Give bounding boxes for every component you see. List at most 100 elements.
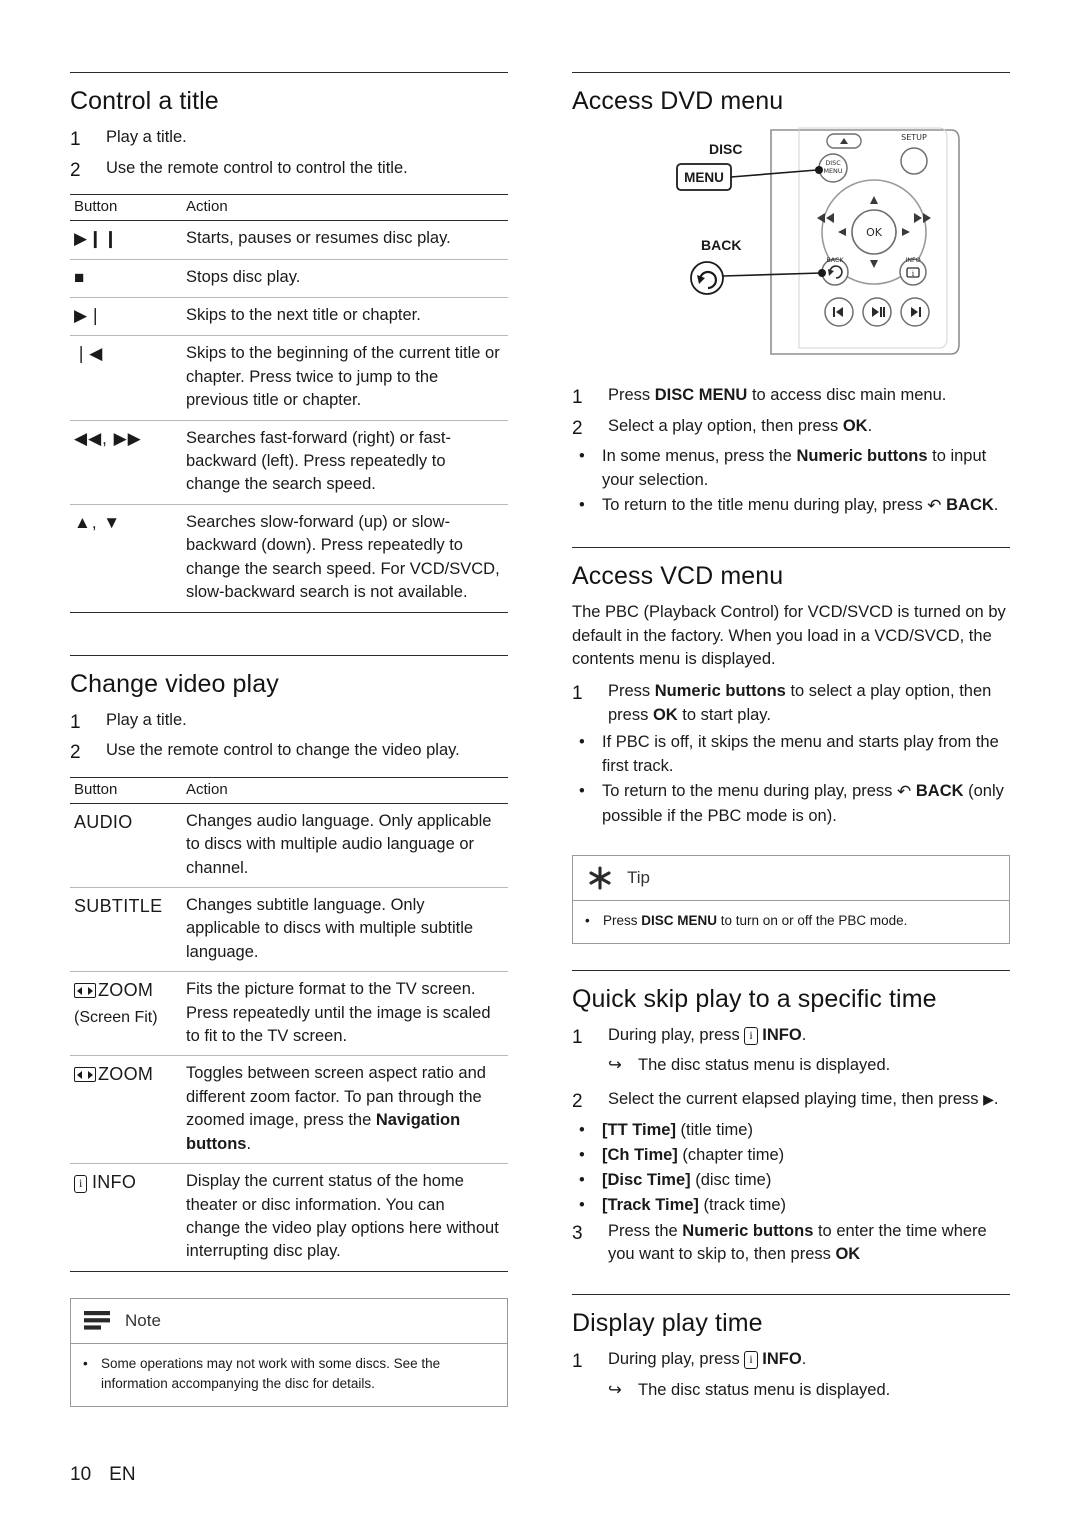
button-cell: ZOOM xyxy=(70,1055,182,1165)
step-text-pre: Press xyxy=(608,682,655,701)
note-header: Note xyxy=(71,1298,507,1344)
option-label: [TT Time] xyxy=(602,1120,676,1139)
bullet-text: [Ch Time] (chapter time) xyxy=(602,1144,1010,1168)
tip-text-pre: Press xyxy=(603,912,642,928)
svg-text:SETUP: SETUP xyxy=(901,133,927,142)
option-label: [Disc Time] xyxy=(602,1170,691,1189)
arrow-icon: ↪ xyxy=(608,1380,622,1399)
table-row: ZOOM (Screen Fit) Fits the picture forma… xyxy=(70,971,508,1057)
step-text: Play a title. xyxy=(106,710,187,729)
info-icon: i xyxy=(74,1175,88,1194)
step-number: 1 xyxy=(572,683,583,705)
list-item: • In some menus, press the Numeric butto… xyxy=(572,445,1010,493)
access-dvd-menu-bullets: • In some menus, press the Numeric butto… xyxy=(572,445,1010,518)
bullet-text: To return to the title menu during play,… xyxy=(602,494,1010,519)
note-box: Note • Some operations may not work with… xyxy=(70,1297,508,1408)
step-number: 3 xyxy=(572,1222,583,1244)
display-play-time-result-note: ↪ The disc status menu is displayed. xyxy=(572,1379,1010,1403)
step-text-post: to access disc main menu. xyxy=(747,386,947,404)
svg-text:BACK: BACK xyxy=(701,237,741,253)
numeric-buttons-emphasis: Numeric buttons xyxy=(682,1221,814,1240)
svg-text:OK: OK xyxy=(866,226,883,239)
back-emphasis: BACK xyxy=(946,495,994,514)
quick-skip-steps-2: 2 Select the current elapsed playing tim… xyxy=(572,1088,1010,1116)
section-title-control-a-title: Control a title xyxy=(70,72,508,116)
list-item: 2 Use the remote control to change the v… xyxy=(70,739,508,767)
page-number: 10 xyxy=(70,1464,92,1485)
section-title-access-dvd-menu: Access DVD menu xyxy=(572,72,1010,116)
list-item: 2 Select the current elapsed playing tim… xyxy=(572,1088,1010,1116)
option-label: [Track Time] xyxy=(602,1195,699,1214)
list-item: 2 Use the remote control to control the … xyxy=(70,157,508,185)
step-number: 2 xyxy=(572,417,583,439)
list-item: 1 Press Numeric buttons to select a play… xyxy=(572,680,1010,728)
remote-control-illustration: SETUP DISC MENU OK BACK INFO i DISC MENU… xyxy=(572,126,1010,366)
button-cell: ■ xyxy=(70,259,182,298)
step-text: Press DISC MENU to access disc main menu… xyxy=(608,384,1010,412)
svg-text:DISC: DISC xyxy=(825,159,841,167)
audio-button-label: AUDIO xyxy=(74,811,133,832)
table-row: ▶❘ Skips to the next title or chapter. xyxy=(70,297,508,337)
zoom-button-label: ZOOM xyxy=(98,1064,154,1085)
option-desc: (disc time) xyxy=(690,1170,772,1189)
bullet-icon: • xyxy=(579,1120,585,1139)
step-number: 2 xyxy=(572,1091,583,1113)
action-cell: Starts, pauses or resumes disc play. xyxy=(182,220,508,260)
two-column-layout: Control a title 1 Play a title. 2 Use th… xyxy=(70,72,1010,1488)
result-text: The disc status menu is displayed. xyxy=(638,1380,891,1399)
up-down-arrow-icon: ▲, ▼ xyxy=(74,512,122,532)
step-text: Play a title. xyxy=(106,128,187,146)
quick-skip-result-note: ↪ The disc status menu is displayed. xyxy=(572,1054,1010,1078)
vcd-intro-paragraph: The PBC (Playback Control) for VCD/SVCD … xyxy=(572,602,1006,669)
action-cell: Toggles between screen aspect ratio and … xyxy=(182,1055,508,1165)
zoom-icon xyxy=(74,1067,96,1083)
numeric-buttons-emphasis: Numeric buttons xyxy=(654,682,786,701)
bullet-text-pre: To return to the title menu during play,… xyxy=(602,495,928,514)
list-item: 1 During play, press i INFO. xyxy=(572,1348,1010,1376)
table-row: ▲, ▼ Searches slow-forward (up) or slow-… xyxy=(70,504,508,613)
tip-box: Tip • Press DISC MENU to turn on or off … xyxy=(572,854,1010,944)
bullet-icon: • xyxy=(579,733,585,752)
button-cell: ◀◀, ▶▶ xyxy=(70,420,182,505)
list-item: • [TT Time] (title time) xyxy=(572,1119,1010,1143)
step-text-post: . xyxy=(801,1025,807,1044)
table-row: ◀◀, ▶▶ Searches fast-forward (right) or … xyxy=(70,420,508,505)
zoom-button-label: ZOOM xyxy=(98,980,154,1001)
zoom-screen-fit-label: (Screen Fit) xyxy=(74,1008,158,1026)
action-cell: Display the current status of the home t… xyxy=(182,1163,508,1272)
page-language: EN xyxy=(109,1464,136,1485)
list-item: • If PBC is off, it skips the menu and s… xyxy=(572,731,1010,779)
fast-forward-rewind-icon: ◀◀, ▶▶ xyxy=(74,428,142,448)
step-text-pre: Press the xyxy=(608,1221,683,1240)
quick-skip-steps-3: 3 Press the Numeric buttons to enter the… xyxy=(572,1220,1010,1268)
step-text-post: . xyxy=(993,1090,999,1109)
bullet-text: [Track Time] (track time) xyxy=(602,1194,1010,1218)
back-emphasis: BACK xyxy=(915,782,964,801)
list-item: • To return to the menu during play, pre… xyxy=(572,780,1010,829)
list-item: 2 Select a play option, then press OK. xyxy=(572,415,1010,443)
list-item: 3 Press the Numeric buttons to enter the… xyxy=(572,1220,1010,1268)
bullet-icon: • xyxy=(579,1145,585,1164)
change-video-steps: 1 Play a title. 2 Use the remote control… xyxy=(70,709,508,767)
table-row: ▶❙❙ Starts, pauses or resumes disc play. xyxy=(70,220,508,260)
list-item: 1 Play a title. xyxy=(70,709,508,737)
table-row: ❘◀ Skips to the beginning of the current… xyxy=(70,335,508,421)
tip-text-post: to turn on or off the PBC mode. xyxy=(717,912,908,928)
note-label: Note xyxy=(125,1310,161,1330)
info-button-label: INFO xyxy=(91,1172,137,1193)
section-title-quick-skip: Quick skip play to a specific time xyxy=(572,969,1010,1014)
step-text-pre: During play, press xyxy=(608,1350,745,1369)
numeric-buttons-emphasis: Numeric buttons xyxy=(796,447,928,466)
ok-emphasis: OK xyxy=(835,1245,861,1264)
step-text-pre: Select the current elapsed playing time,… xyxy=(608,1090,984,1109)
ok-emphasis: OK xyxy=(652,706,678,725)
step-text-pre: Press xyxy=(608,386,655,404)
control-title-button-table: Button Action ▶❙❙ Starts, pauses or resu… xyxy=(70,194,508,613)
left-column: Control a title 1 Play a title. 2 Use th… xyxy=(70,72,508,1488)
bullet-icon: • xyxy=(579,782,585,801)
button-cell: i INFO xyxy=(70,1163,182,1272)
list-item: • [Track Time] (track time) xyxy=(572,1194,1010,1218)
step-text: Select a play option, then press OK. xyxy=(608,415,1010,443)
step-number: 1 xyxy=(70,129,81,150)
list-item: 1 Press DISC MENU to access disc main me… xyxy=(572,384,1010,412)
